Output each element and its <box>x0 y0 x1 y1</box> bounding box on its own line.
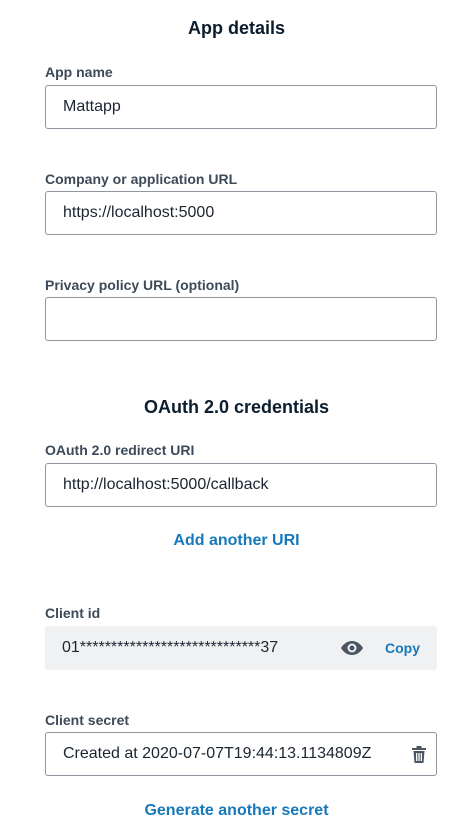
redirect-uri-label: OAuth 2.0 redirect URI <box>45 442 195 458</box>
client-secret-value: Created at 2020-07-07T19:44:13.1134809Z <box>63 745 372 762</box>
eye-icon[interactable] <box>341 641 363 655</box>
privacy-url-label: Privacy policy URL (optional) <box>45 277 240 293</box>
client-id-field: 01*****************************37 Copy <box>45 626 437 670</box>
company-url-label: Company or application URL <box>45 171 238 187</box>
generate-another-secret-button[interactable]: Generate another secret <box>0 802 473 820</box>
app-name-label: App name <box>45 64 113 80</box>
redirect-uri-input[interactable] <box>45 463 437 507</box>
app-details-heading: App details <box>187 18 285 38</box>
client-id-label: Client id <box>45 605 101 621</box>
copy-client-id-button[interactable]: Copy <box>385 640 420 656</box>
client-secret-label: Client secret <box>45 712 130 728</box>
app-settings-page: App details App name Company or applicat… <box>0 0 473 840</box>
privacy-url-input[interactable] <box>45 297 437 341</box>
trash-icon[interactable] <box>412 745 426 763</box>
oauth-heading: OAuth 2.0 credentials <box>143 397 330 417</box>
company-url-input[interactable] <box>45 191 437 235</box>
client-secret-field: Created at 2020-07-07T19:44:13.1134809Z <box>45 732 437 776</box>
add-another-uri-button[interactable]: Add another URI <box>0 532 473 550</box>
app-name-input[interactable] <box>45 85 437 129</box>
client-id-value: 01*****************************37 <box>62 639 279 656</box>
